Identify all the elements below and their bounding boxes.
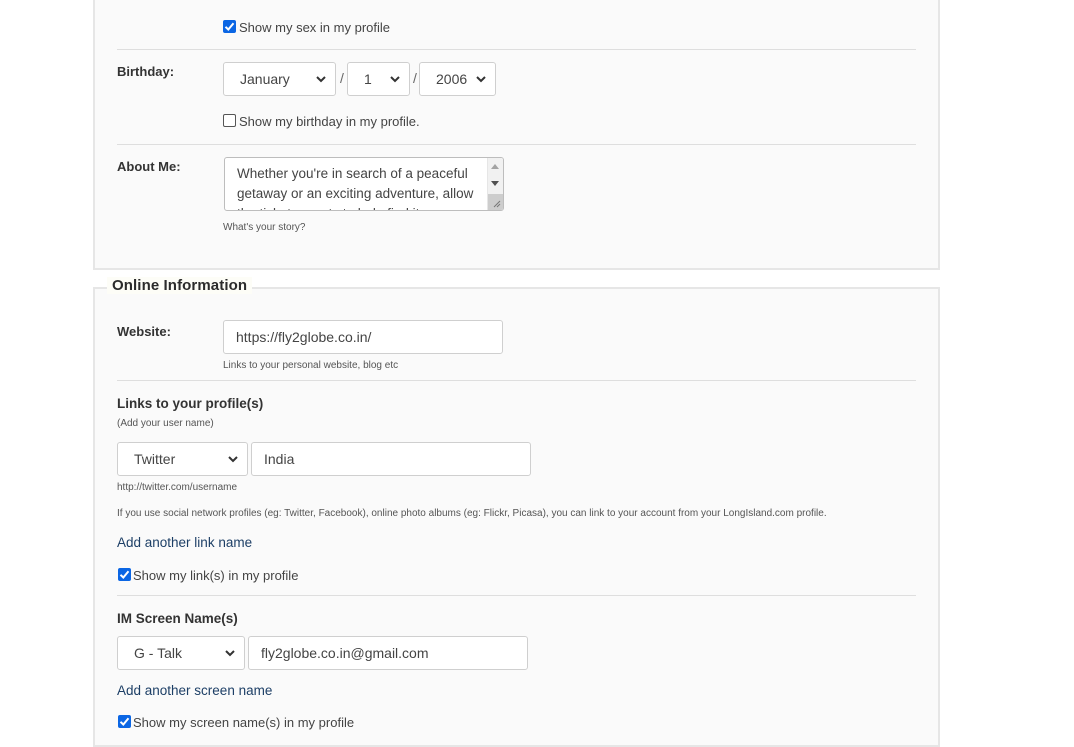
link-service-value: Twitter [134, 451, 176, 467]
link-username-input[interactable]: India [251, 442, 531, 476]
website-hint: Links to your personal website, blog etc [223, 360, 399, 371]
show-sex-label: Show my sex in my profile [239, 20, 390, 35]
personal-info-fieldset: Show my sex in my profile Birthday: Janu… [93, 0, 940, 270]
birthday-year-value: 2006 [436, 71, 468, 87]
chevron-down-icon [390, 76, 400, 83]
im-service-value: G - Talk [134, 645, 182, 661]
link-service-select[interactable]: Twitter [117, 442, 248, 476]
show-screen-names-checkbox[interactable] [118, 715, 131, 728]
birthday-year-select[interactable]: 2006 [419, 62, 496, 96]
about-me-hint: What's your story? [223, 222, 306, 233]
about-me-textarea[interactable]: Whether you're in search of a peaceful g… [224, 157, 504, 211]
birthday-day-select[interactable]: 1 [347, 62, 410, 96]
im-screen-name-input[interactable]: fly2globe.co.in@gmail.com [248, 636, 528, 670]
add-screen-name-link[interactable]: Add another screen name [117, 683, 272, 698]
resize-grip-icon[interactable] [492, 199, 501, 208]
chevron-down-icon [228, 456, 238, 463]
im-screen-name-value: fly2globe.co.in@gmail.com [261, 645, 429, 661]
divider [117, 380, 916, 381]
website-label: Website: [117, 324, 171, 339]
checkmark-icon [119, 717, 130, 726]
links-subheading: (Add your user name) [117, 418, 214, 429]
chevron-down-icon [476, 76, 486, 83]
link-username-value: India [264, 451, 295, 467]
divider [117, 49, 916, 50]
chevron-down-icon [225, 650, 235, 657]
website-input[interactable]: https://fly2globe.co.in/ [223, 320, 503, 354]
show-links-checkbox[interactable] [118, 568, 131, 581]
birthday-month-value: January [240, 71, 290, 87]
checkmark-icon [119, 570, 130, 579]
show-sex-checkbox[interactable] [223, 20, 236, 33]
show-birthday-checkbox[interactable] [223, 114, 236, 127]
add-link-name-link[interactable]: Add another link name [117, 535, 252, 550]
link-url-hint: http://twitter.com/username [117, 482, 238, 493]
links-heading: Links to your profile(s) [117, 396, 264, 411]
date-separator: / [413, 70, 417, 86]
divider [117, 595, 916, 596]
website-value: https://fly2globe.co.in/ [236, 329, 372, 345]
divider [117, 144, 916, 145]
im-service-select[interactable]: G - Talk [117, 636, 245, 670]
checkmark-icon [224, 22, 235, 31]
show-links-label: Show my link(s) in my profile [133, 568, 299, 583]
online-info-legend: Online Information [107, 277, 253, 294]
im-screen-names-heading: IM Screen Name(s) [117, 611, 238, 626]
show-screen-names-label: Show my screen name(s) in my profile [133, 715, 355, 730]
birthday-label: Birthday: [117, 64, 175, 79]
date-separator: / [340, 70, 344, 86]
links-info-text: If you use social network profiles (eg: … [117, 508, 827, 519]
chevron-down-icon [316, 76, 326, 83]
birthday-month-select[interactable]: January [223, 62, 336, 96]
online-info-fieldset: Online Information Website: https://fly2… [93, 277, 940, 747]
show-birthday-label: Show my birthday in my profile. [239, 114, 420, 129]
birthday-day-value: 1 [364, 71, 372, 87]
scroll-up-icon[interactable] [491, 164, 499, 169]
about-me-label: About Me: [117, 159, 181, 174]
about-me-value: Whether you're in search of a peaceful g… [237, 166, 474, 210]
scroll-down-icon[interactable] [491, 181, 499, 186]
